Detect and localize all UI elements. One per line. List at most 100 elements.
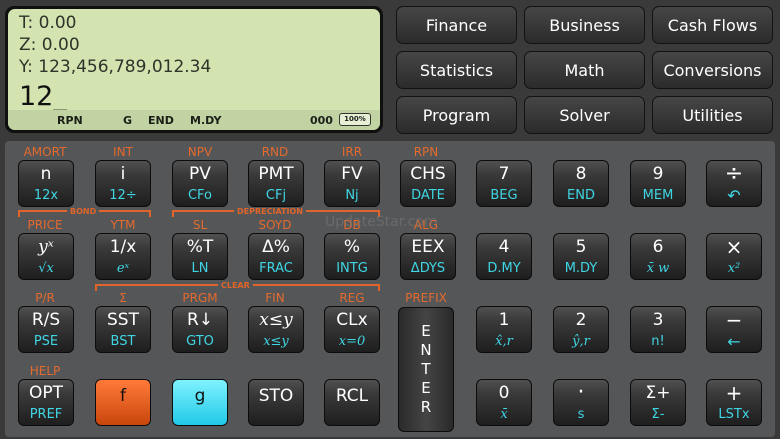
fv-key[interactable]: FV Nj [324, 160, 380, 207]
key-g-label: 12÷ [109, 188, 137, 203]
menu-business-button[interactable]: Business [524, 6, 645, 44]
enter-key[interactable]: ENTER [398, 307, 454, 432]
key-main-label: 7 [498, 164, 510, 184]
key-main-label: %T [186, 237, 214, 257]
key-g-label: s [577, 407, 585, 422]
clear-x-key[interactable]: CLx x=0 [324, 306, 380, 353]
key-main-label: PMT [258, 164, 294, 184]
sto-key[interactable]: STO [248, 379, 304, 426]
memory-indicator: 000 [310, 114, 333, 127]
delta-percent-key[interactable]: Δ% FRAC [248, 233, 304, 280]
menu-statistics-button[interactable]: Statistics [396, 51, 517, 89]
i-key[interactable]: i 12÷ [95, 160, 151, 207]
six-key[interactable]: 6 x̄ w [630, 233, 686, 280]
key-main-label: 1/x [109, 237, 137, 257]
key-main-label: RCL [335, 386, 369, 406]
multiply-key[interactable]: × x² [706, 233, 762, 280]
key-main-label: CHS [410, 164, 446, 184]
key-g-label: BEG [490, 188, 518, 203]
zero-key[interactable]: 0 x̄ [476, 379, 532, 426]
menu-utilities-button[interactable]: Utilities [652, 96, 773, 134]
key-main-label: 4 [498, 237, 510, 257]
rcl-key[interactable]: RCL [324, 379, 380, 426]
f-label-amort: AMORT [23, 145, 67, 159]
enter-label: ENTER [420, 322, 432, 416]
menu-math-button[interactable]: Math [524, 51, 645, 89]
menu-conversions-button[interactable]: Conversions [652, 51, 773, 89]
eight-key[interactable]: 8 END [553, 160, 609, 207]
pmt-key[interactable]: PMT CFj [248, 160, 304, 207]
key-main-label: n [40, 164, 52, 184]
menu-solver-button[interactable]: Solver [524, 96, 645, 134]
f-label-help: HELP [29, 364, 61, 378]
key-main-label: 9 [652, 164, 664, 184]
five-key[interactable]: 5 M.DY [553, 233, 609, 280]
chs-key[interactable]: CHS DATE [400, 160, 456, 207]
one-key[interactable]: 1 x̂,r [476, 306, 532, 353]
key-main-label: g [194, 386, 206, 406]
f-label-prefix: PREFIX [405, 291, 447, 305]
percent-total-key[interactable]: %T LN [172, 233, 228, 280]
key-main-label: 5 [575, 237, 587, 257]
key-g-label: x̄ w [646, 261, 670, 276]
four-key[interactable]: 4 D.MY [476, 233, 532, 280]
divide-key[interactable]: ÷ ↶ [706, 160, 762, 207]
f-shift-key[interactable]: f [95, 379, 151, 426]
key-g-label: BST [110, 334, 136, 349]
key-g-label: Nj [345, 188, 359, 203]
menu-program-button[interactable]: Program [396, 96, 517, 134]
f-label-prgm: PRGM [182, 291, 218, 305]
subtract-key[interactable]: − ← [706, 306, 762, 353]
x-swap-y-key[interactable]: x≤y x≤y [248, 306, 304, 353]
key-g-label: x² [727, 261, 741, 276]
n-key[interactable]: n 12x [18, 160, 74, 207]
add-key[interactable]: + LSTx [706, 379, 762, 426]
key-g-label: D.MY [487, 261, 521, 276]
key-main-label: + [725, 381, 743, 405]
sst-key[interactable]: SST BST [95, 306, 151, 353]
key-main-label: PV [189, 164, 211, 184]
lcd-screen: T: 0.00 Z: 0.00 Y: 123,456,789,012.34 12… [8, 9, 380, 130]
seven-key[interactable]: 7 BEG [476, 160, 532, 207]
f-label-npv: NPV [187, 145, 213, 159]
two-key[interactable]: 2 ŷ,r [553, 306, 609, 353]
key-main-label: % [343, 237, 361, 257]
three-key[interactable]: 3 n! [630, 306, 686, 353]
key-g-label: M.DY [564, 261, 598, 276]
key-g-label: x̂,r [495, 334, 513, 349]
nine-key[interactable]: 9 MEM [630, 160, 686, 207]
key-main-label: STO [258, 386, 294, 406]
g-shift-key[interactable]: g [172, 379, 228, 426]
battery-icon: 100% [339, 113, 371, 126]
percent-key[interactable]: % INTG [324, 233, 380, 280]
key-main-label: R/S [31, 310, 61, 330]
backspace-icon: ← [727, 332, 741, 351]
key-g-label: INTG [336, 261, 368, 276]
key-main-label: 8 [575, 164, 587, 184]
f-label-ytm: YTM [110, 218, 136, 232]
reciprocal-key[interactable]: 1/x eˣ [95, 233, 151, 280]
run-stop-key[interactable]: R/S PSE [18, 306, 74, 353]
key-main-label: x≤y [259, 310, 293, 330]
sigma-plus-key[interactable]: Σ+ Σ- [630, 379, 686, 426]
f-label-irr: IRR [341, 145, 363, 159]
opt-key[interactable]: OPT PREF [18, 379, 74, 426]
decimal-point-key[interactable]: · s [553, 379, 609, 426]
key-main-label: f [120, 386, 126, 406]
key-main-label: Δ% [262, 237, 290, 257]
key-g-label: CFo [187, 188, 213, 203]
key-main-label: EEX [411, 237, 445, 257]
x-register: 12_ [19, 81, 67, 112]
roll-down-key[interactable]: R↓ GTO [172, 306, 228, 353]
menu-cash-flows-button[interactable]: Cash Flows [652, 6, 773, 44]
key-g-label: x̄ [500, 407, 508, 422]
end-indicator: END [148, 114, 174, 127]
eex-key[interactable]: EEX ΔDYS [400, 233, 456, 280]
pv-key[interactable]: PV CFo [172, 160, 228, 207]
mode-indicator: RPN [57, 114, 83, 127]
menu-finance-button[interactable]: Finance [396, 6, 517, 44]
y-power-x-key[interactable]: yˣ √x [18, 233, 74, 280]
key-g-label: Σ- [651, 407, 665, 422]
key-g-label: ΔDYS [410, 261, 446, 276]
clear-group-label: CLEAR [218, 281, 253, 290]
